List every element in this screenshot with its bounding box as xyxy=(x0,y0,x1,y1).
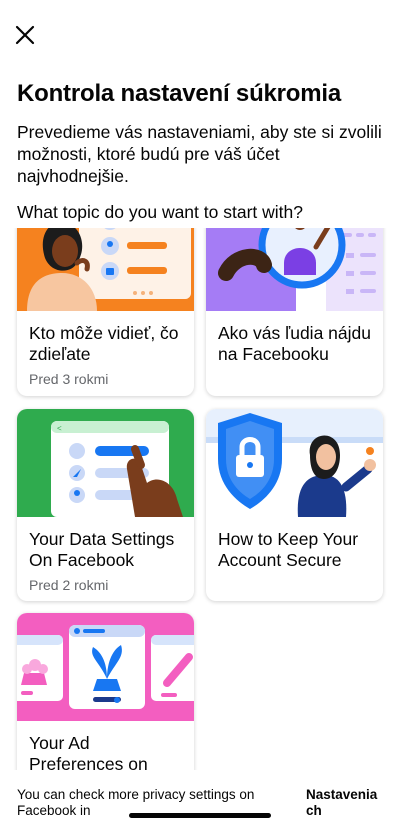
settings-link[interactable]: Nastavenia ch xyxy=(306,787,386,819)
topic-question: What topic do you want to start with? xyxy=(17,202,303,222)
topic-card-ad-preferences[interactable]: Your Ad Preferences on xyxy=(17,613,194,770)
topic-card-how-people-find-you[interactable]: Ako vás ľudia nájdu na Facebooku xyxy=(206,228,383,396)
card-title: Your Ad Preferences on xyxy=(29,733,148,770)
topic-card-account-secure[interactable]: How to Keep Your Account Secure xyxy=(206,409,383,601)
card-title: How to Keep Your Account Secure xyxy=(218,529,359,570)
page-description: Prevedieme vás nastaveniami, aby ste si … xyxy=(17,122,382,186)
close-button[interactable] xyxy=(12,24,38,50)
topic-card-data-settings[interactable]: < Your Data Settings On Facebook Pred 2 … xyxy=(17,409,194,601)
page-title: Kontrola nastavení súkromia xyxy=(17,80,342,107)
topic-list[interactable]: Kto môže vidieť, čo zdieľate Pred 3 rokm… xyxy=(0,228,400,770)
card-illustration xyxy=(17,613,194,721)
card-title: Kto môže vidieť, čo zdieľate xyxy=(29,323,179,364)
home-indicator xyxy=(129,813,271,818)
card-illustration: < xyxy=(17,409,194,517)
settings-footer: You can check more privacy settings on F… xyxy=(0,770,400,827)
topic-card-who-can-see[interactable]: Kto môže vidieť, čo zdieľate Pred 3 rokm… xyxy=(17,228,194,396)
card-timestamp: Pred 2 rokmi xyxy=(29,577,109,593)
card-timestamp: Pred 3 rokmi xyxy=(29,371,109,387)
svg-text:<: < xyxy=(57,424,62,433)
card-title: Ako vás ľudia nájdu na Facebooku xyxy=(218,323,371,364)
card-illustration xyxy=(206,409,383,517)
card-illustration xyxy=(206,228,383,311)
close-icon xyxy=(15,25,35,50)
card-title: Your Data Settings On Facebook xyxy=(29,529,175,570)
card-illustration xyxy=(17,228,194,311)
